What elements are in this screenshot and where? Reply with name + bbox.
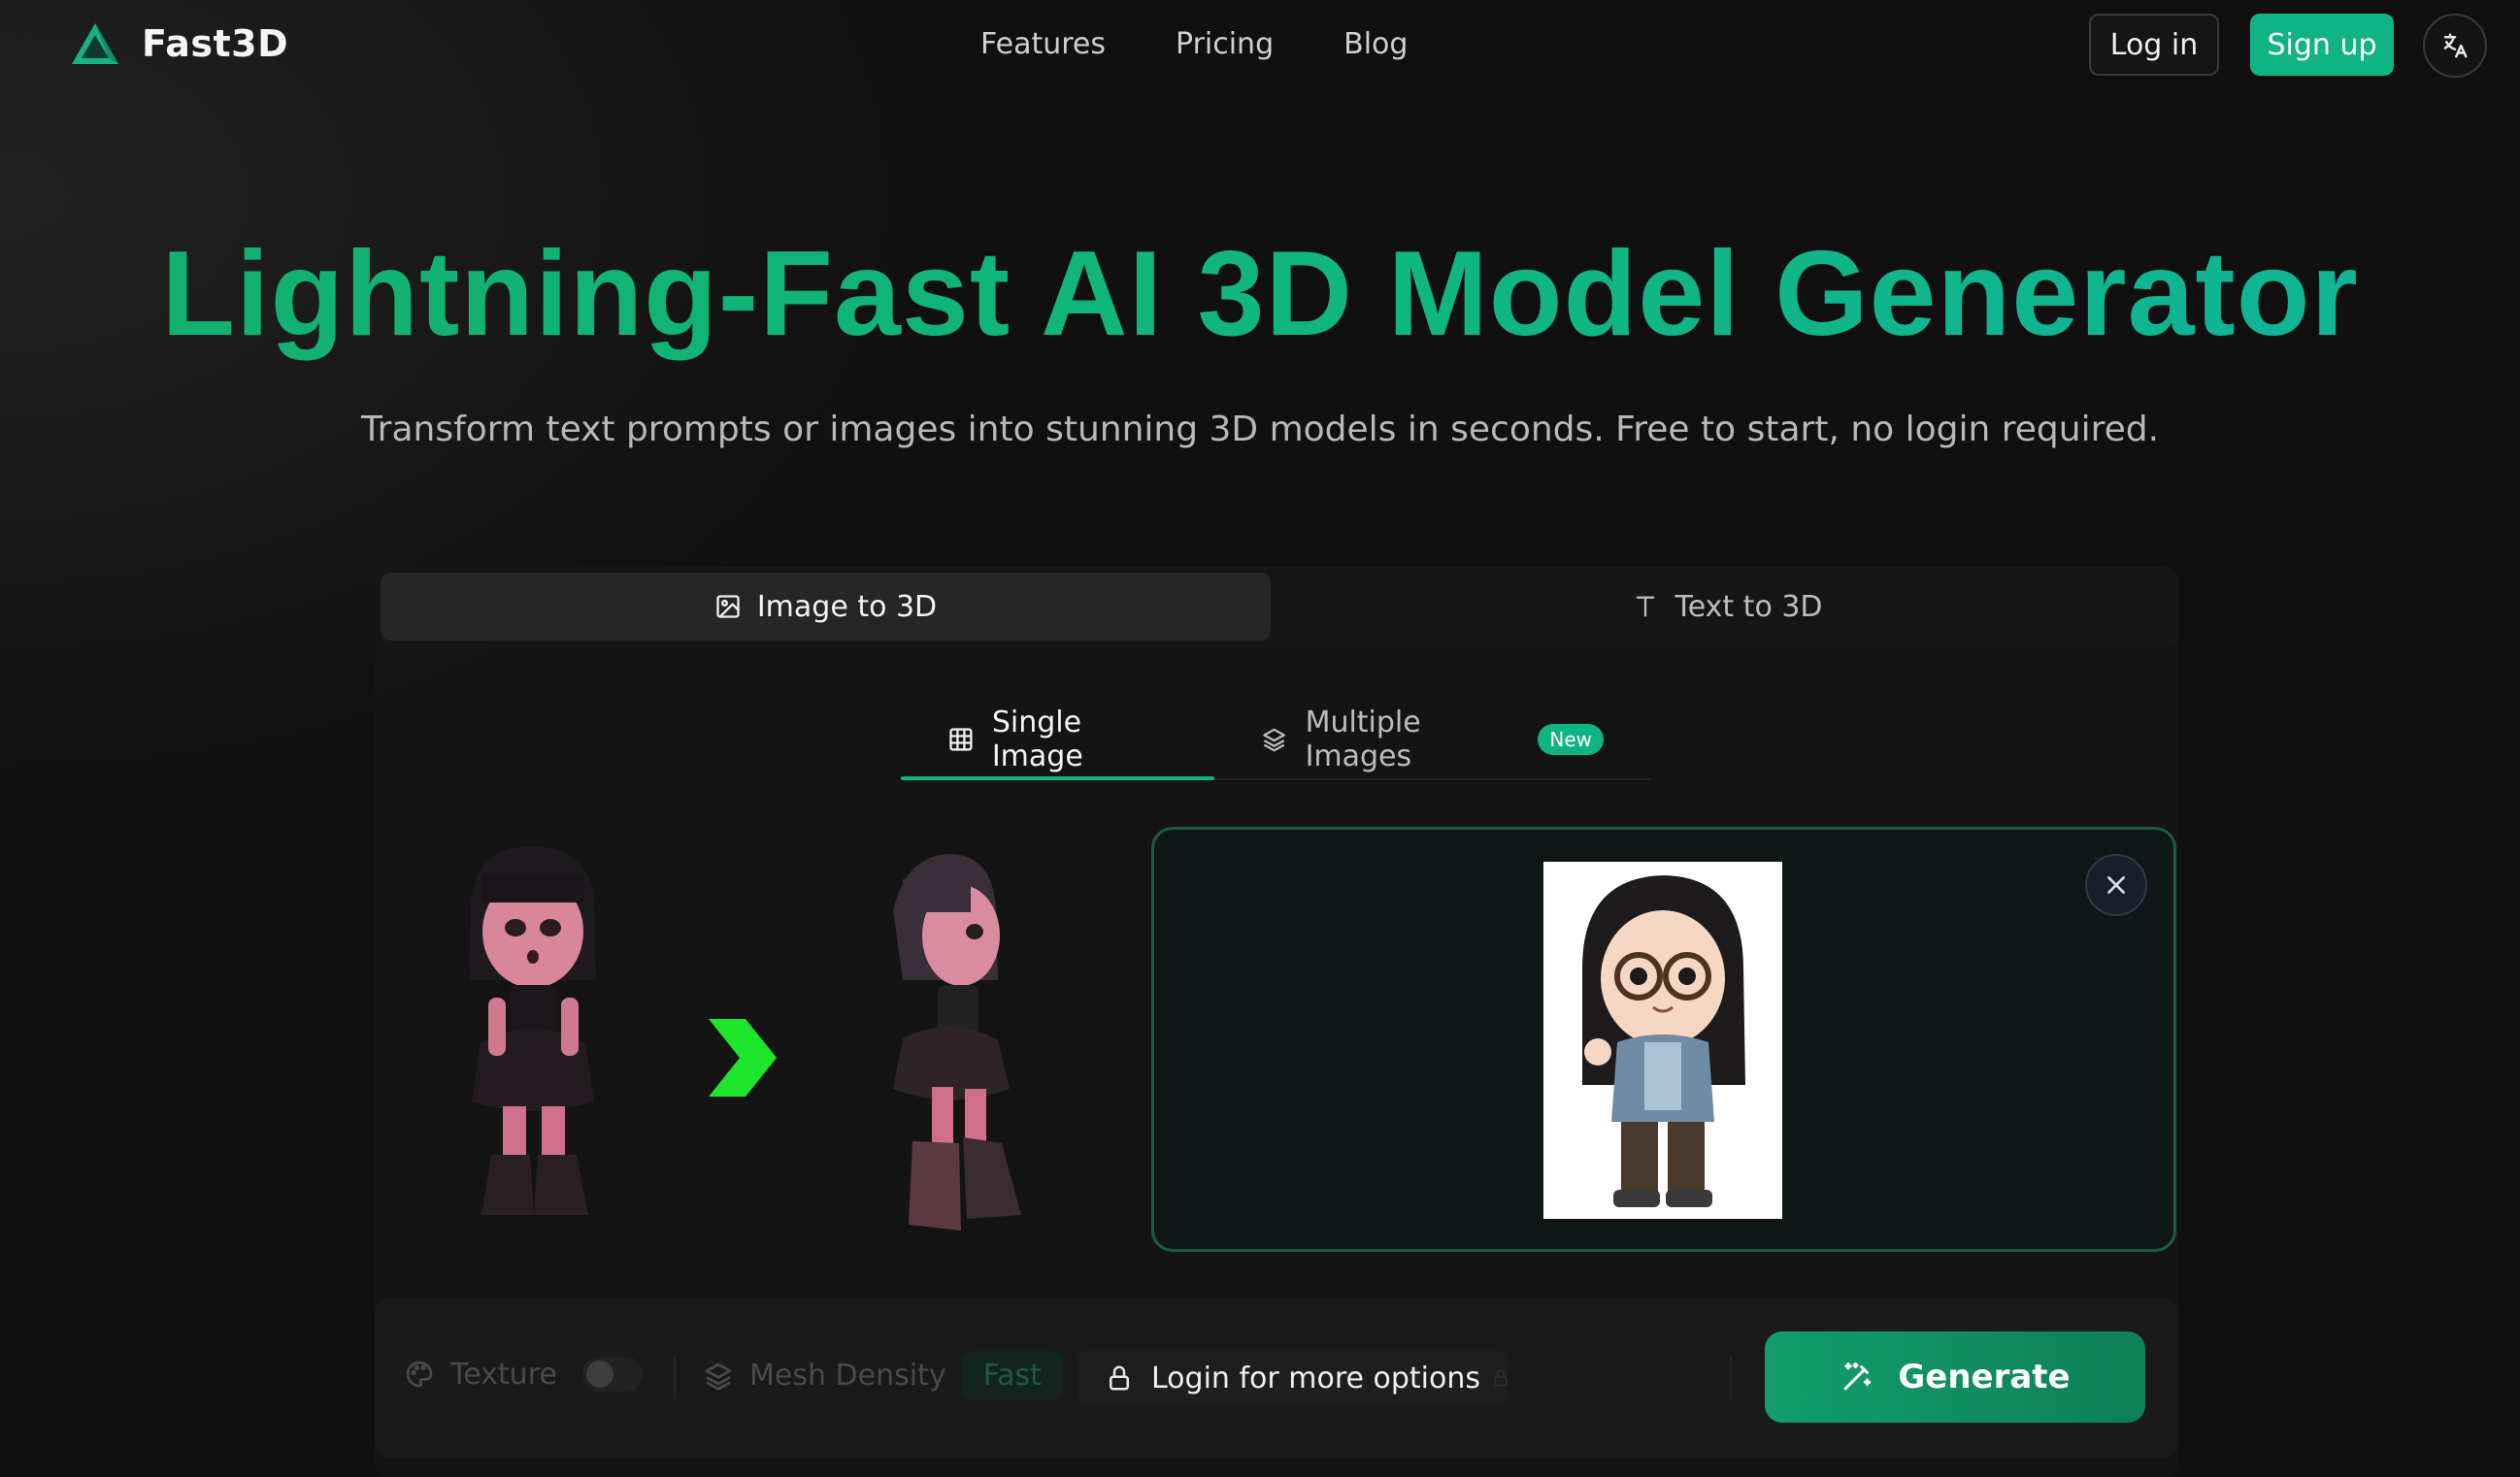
text-icon <box>1637 596 1655 617</box>
logo-icon <box>72 23 118 64</box>
tab-single-image[interactable]: Single Image <box>901 701 1215 780</box>
toolbar-divider <box>674 1357 676 1399</box>
arrow-icon <box>709 1019 777 1097</box>
nav-link-features[interactable]: Features <box>980 27 1106 61</box>
top-nav: Fast3D Features Pricing Blog Log in Sign… <box>0 0 2520 91</box>
texture-label: Texture <box>450 1357 557 1392</box>
tab-text-to-3d[interactable]: Text to 3D <box>1282 573 2172 640</box>
mesh-density-label: Mesh Density <box>749 1359 946 1393</box>
image-icon <box>716 595 740 618</box>
mesh-density-option: Mesh Density Fast <box>703 1351 1063 1400</box>
example-input-figure <box>470 846 596 1215</box>
mesh-density-fast-pill[interactable]: Fast <box>961 1351 1063 1400</box>
tab-image-to-3d[interactable]: Image to 3D <box>381 573 1271 640</box>
tab-text-to-3d-label: Text to 3D <box>1674 589 1823 624</box>
palette-icon <box>406 1361 433 1388</box>
grid-icon <box>949 728 973 751</box>
translate-icon <box>2443 33 2468 58</box>
lock-icon <box>1110 1365 1129 1391</box>
example-output-figure <box>893 854 1021 1231</box>
language-button[interactable] <box>2423 14 2487 78</box>
layers-icon <box>705 1362 732 1391</box>
texture-option: Texture <box>404 1357 643 1392</box>
signup-button[interactable]: Sign up <box>2250 14 2394 76</box>
generate-button[interactable]: Generate <box>1765 1331 2145 1423</box>
remove-image-button[interactable] <box>2085 854 2147 916</box>
hero-subtitle: Transform text prompts or images into st… <box>360 410 2160 449</box>
nav-link-blog[interactable]: Blog <box>1343 27 1408 61</box>
tab-image-to-3d-label: Image to 3D <box>756 589 938 624</box>
tab-single-image-label: Single Image <box>991 706 1083 773</box>
login-for-more-options[interactable]: Login for more options <box>1078 1351 1508 1405</box>
login-more-label: Login for more options <box>1151 1361 1480 1395</box>
image-mode-subtabs: Single Image Multiple Images New <box>901 701 1650 780</box>
nav-link-pricing[interactable]: Pricing <box>1176 27 1274 61</box>
uploaded-image <box>1543 862 1782 1219</box>
nav-links: Features Pricing Blog <box>980 27 1408 61</box>
layers-icon <box>1263 728 1286 752</box>
toolbar-divider <box>1730 1357 1732 1399</box>
brand-logo[interactable]: Fast3D <box>70 21 288 66</box>
new-badge: New <box>1538 724 1604 755</box>
mode-tabs: Image to 3D Text to 3D <box>375 567 2178 646</box>
close-icon <box>2107 876 2125 894</box>
example-preview <box>470 846 1021 1231</box>
hero-title: Lightning-Fast AI 3D Model Generator <box>0 225 2520 363</box>
texture-toggle[interactable] <box>581 1357 643 1392</box>
magic-wand-icon <box>1843 1362 1872 1391</box>
login-button[interactable]: Log in <box>2089 14 2219 76</box>
generate-label: Generate <box>1898 1358 2071 1396</box>
tab-multiple-images-label: Multiple Images <box>1305 706 1421 773</box>
brand-name: Fast3D <box>142 22 289 65</box>
lock-icon <box>1494 1369 1508 1387</box>
tab-multiple-images[interactable]: Multiple Images New <box>1214 701 1650 778</box>
